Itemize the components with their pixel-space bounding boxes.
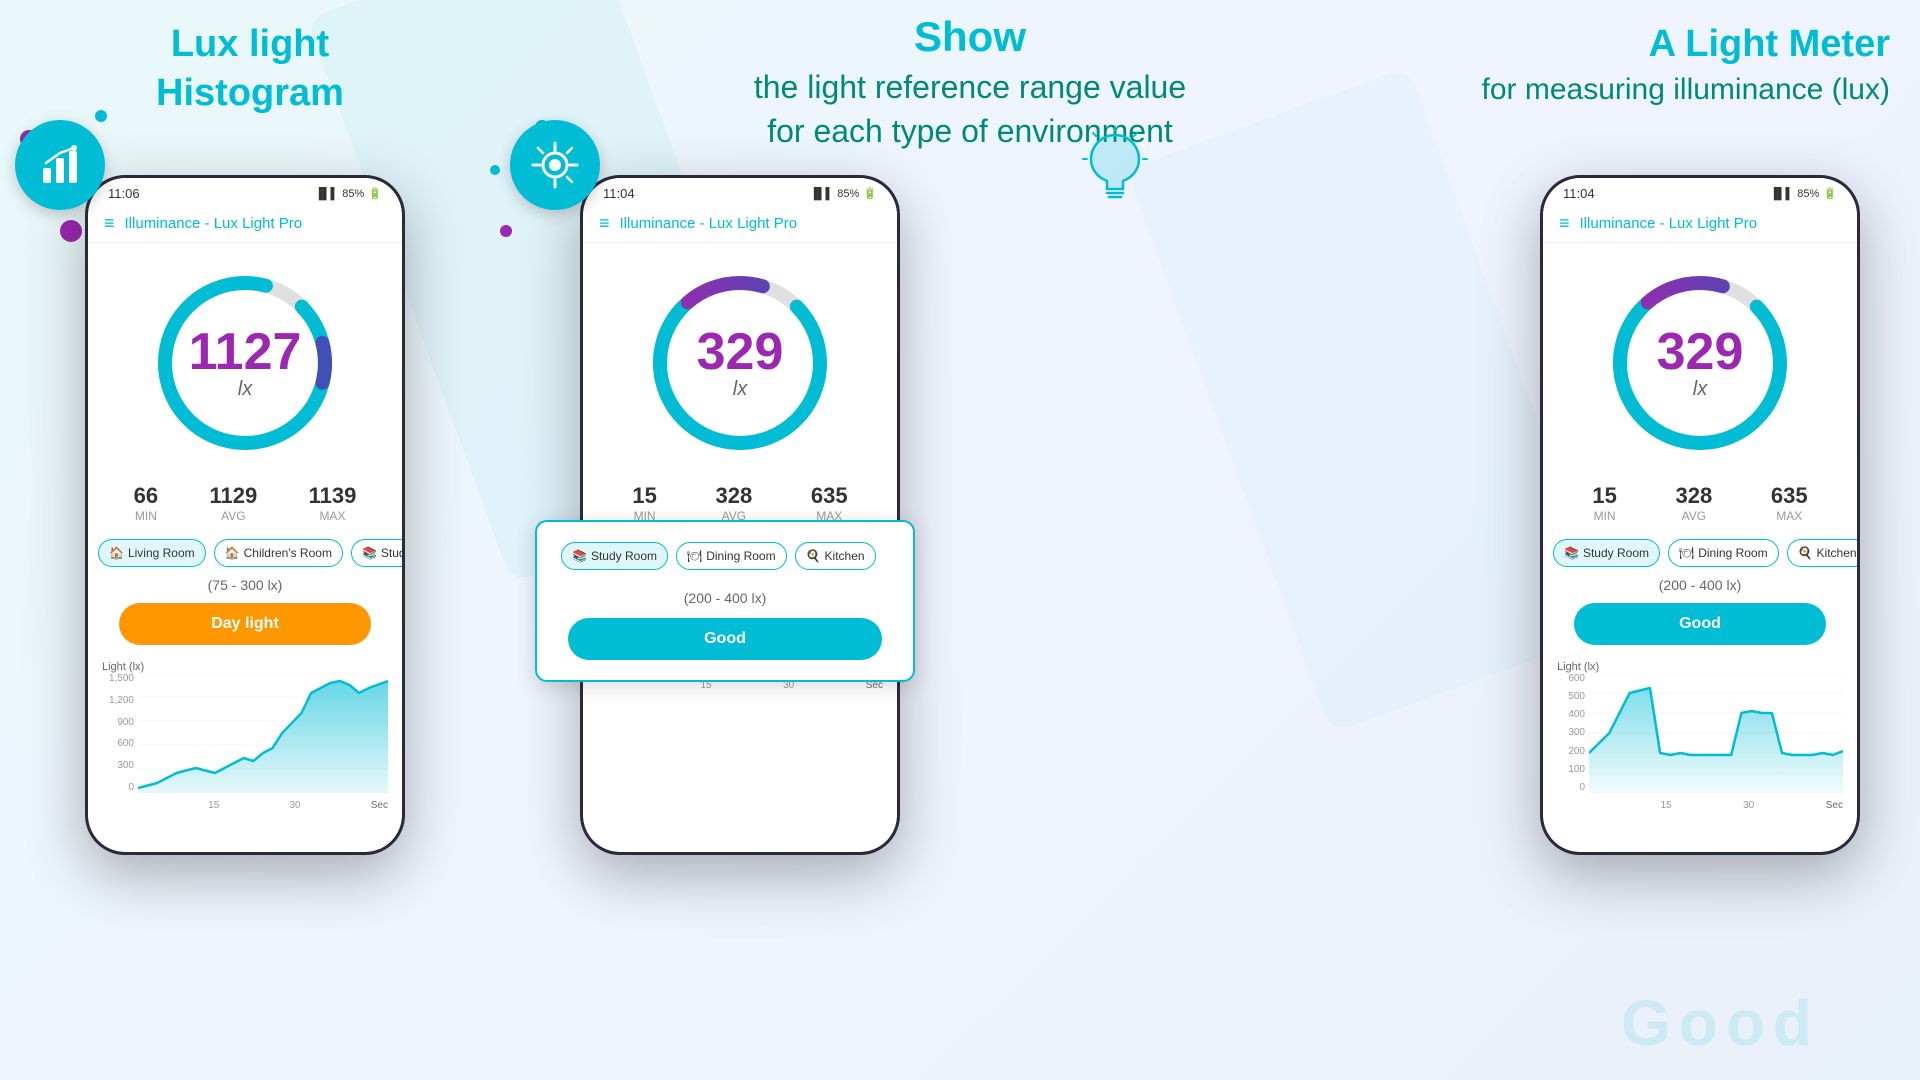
left-app-icon	[15, 120, 105, 210]
center-gauge-value: 329 lx	[697, 326, 784, 401]
center-header: Show the light reference range value for…	[530, 10, 1410, 154]
left-chart: Light (lx) 1,5001,2009006003000	[88, 651, 402, 852]
right-status-button[interactable]: Good	[1574, 603, 1825, 645]
right-app-header: ≡ Illuminance - Lux Light Pro	[1543, 205, 1857, 243]
center-status-bar: 11:04 ▐▌▌ 85% 🔋	[583, 178, 897, 205]
center-popup: 📚Study Room 🍽Dining Room 🍳Kitchen (200 -…	[535, 520, 915, 682]
center-popup-tab-dining[interactable]: 🍽Dining Room	[676, 542, 787, 570]
right-hamburger-icon[interactable]: ≡	[1559, 213, 1570, 234]
light-watermark: Good	[1621, 986, 1820, 1060]
left-tab-living[interactable]: 🏠Living Room	[98, 539, 206, 567]
right-tab-dining[interactable]: 🍽Dining Room	[1668, 539, 1779, 567]
center-popup-status-button[interactable]: Good	[568, 618, 881, 660]
right-header-subtitle: for measuring illuminance (lux)	[1390, 69, 1890, 111]
center-header-title: Show	[530, 10, 1410, 65]
left-hamburger-icon[interactable]: ≡	[104, 213, 115, 234]
right-gauge: 329 lx	[1543, 243, 1857, 473]
right-tab-study[interactable]: 📚Study Room	[1553, 539, 1660, 567]
left-header-title: Lux light Histogram	[50, 20, 450, 119]
left-phone: 11:06 ▐▌▌ 85% 🔋 ≡ Illuminance - Lux Ligh…	[85, 175, 405, 855]
center-hamburger-icon[interactable]: ≡	[599, 213, 610, 234]
center-header-subtitle: the light reference range value for each…	[530, 65, 1410, 155]
right-app-title: Illuminance - Lux Light Pro	[1580, 215, 1758, 232]
left-app-header: ≡ Illuminance - Lux Light Pro	[88, 205, 402, 243]
right-gauge-value: 329 lx	[1657, 326, 1744, 401]
right-header-title: A Light Meter	[1390, 20, 1890, 69]
center-app-icon	[510, 120, 600, 210]
right-tab-kitchen[interactable]: 🍳Kitchen	[1787, 539, 1857, 567]
center-gauge: 329 lx	[583, 243, 897, 473]
center-popup-range: (200 - 400 lx)	[551, 586, 899, 610]
center-popup-tab-kitchen[interactable]: 🍳Kitchen	[795, 542, 876, 570]
left-room-tabs: 🏠Living Room 🏠Children's Room 📚Study	[88, 533, 402, 573]
left-tab-study[interactable]: 📚Study	[351, 539, 402, 567]
left-header: Lux light Histogram	[50, 20, 450, 119]
left-gauge: 1127 lx	[88, 243, 402, 473]
right-stats: 15 MIN 328 AVG 635 MAX	[1543, 473, 1857, 533]
left-status-bar: 11:06 ▐▌▌ 85% 🔋	[88, 178, 402, 205]
left-tab-children[interactable]: 🏠Children's Room	[214, 539, 343, 567]
left-status-button[interactable]: Day light	[119, 603, 370, 645]
center-app-title: Illuminance - Lux Light Pro	[620, 215, 798, 232]
right-header: A Light Meter for measuring illuminance …	[1390, 20, 1890, 111]
right-range: (200 - 400 lx)	[1543, 573, 1857, 597]
left-app-title: Illuminance - Lux Light Pro	[125, 215, 303, 232]
right-chart: Light (lx) 6005004003002001000	[1543, 651, 1857, 852]
left-range: (75 - 300 lx)	[88, 573, 402, 597]
center-popup-tabs: 📚Study Room 🍽Dining Room 🍳Kitchen	[551, 536, 899, 576]
center-popup-tab-study[interactable]: 📚Study Room	[561, 542, 668, 570]
right-phone: 11:04 ▐▌▌ 85% 🔋 ≡ Illuminance - Lux Ligh…	[1540, 175, 1860, 855]
right-app-icon	[1070, 120, 1160, 210]
left-stats: 66 MIN 1129 AVG 1139 MAX	[88, 473, 402, 533]
left-gauge-value: 1127 lx	[189, 326, 302, 401]
right-room-tabs: 📚Study Room 🍽Dining Room 🍳Kitchen	[1543, 533, 1857, 573]
center-phone: 11:04 ▐▌▌ 85% 🔋 ≡ Illuminance - Lux Ligh…	[580, 175, 900, 855]
center-app-header: ≡ Illuminance - Lux Light Pro	[583, 205, 897, 243]
right-status-bar: 11:04 ▐▌▌ 85% 🔋	[1543, 178, 1857, 205]
